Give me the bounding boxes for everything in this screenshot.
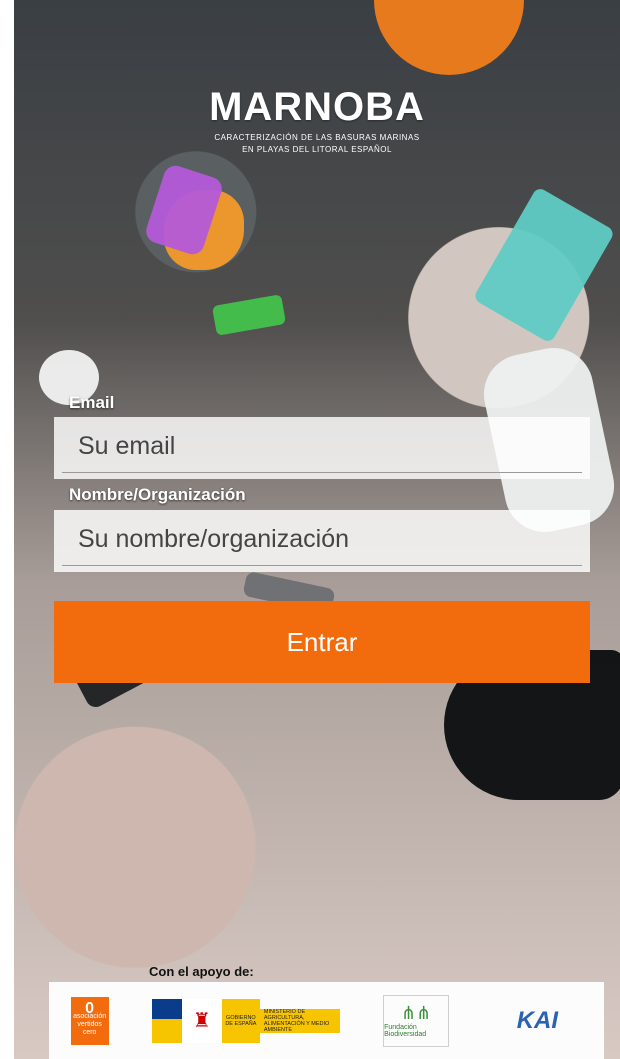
fundacion-text: Fundación Biodiversidad [384, 1024, 427, 1038]
background-debris [374, 0, 524, 75]
background-debris [211, 294, 287, 336]
vertidos-cero-logo: 0 asociación vertidos cero [70, 996, 109, 1045]
field-underline [62, 565, 582, 566]
name-field[interactable] [76, 510, 594, 568]
app-subtitle: CARACTERIZACIÓN DE LAS BASURAS MARINAS E… [14, 132, 620, 156]
coat-of-arms-icon: ♜ [181, 998, 222, 1043]
email-label: Email [69, 393, 115, 412]
gobierno-logo: ♜ GOBIERNO DE ESPAÑA MINISTERIO DE AGRIC… [151, 998, 340, 1043]
login-screen: MARNOBA CARACTERIZACIÓN DE LAS BASURAS M… [14, 0, 620, 1059]
app-subtitle-line1: CARACTERIZACIÓN DE LAS BASURAS MARINAS [214, 133, 420, 142]
support-label: Con el apoyo de: [149, 964, 254, 979]
grass-icon: ⋔⋔ [401, 1003, 432, 1023]
email-field[interactable] [76, 417, 594, 475]
vertidos-cero-text: asociación vertidos cero [73, 1012, 107, 1036]
app-title: MARNOBA [209, 85, 425, 129]
gobierno-text: GOBIERNO DE ESPAÑA [221, 998, 260, 1043]
app-logo: MARNOBA CARACTERIZACIÓN DE LAS BASURAS M… [14, 85, 620, 156]
name-field-container [54, 510, 594, 572]
background-debris [472, 186, 616, 344]
field-underline [62, 472, 582, 473]
email-field-container [54, 417, 594, 479]
spain-flag-icon [151, 998, 182, 1043]
fundacion-biodiversidad-logo: ⋔⋔ Fundación Biodiversidad [383, 994, 450, 1047]
kai-logo: KAI [516, 1006, 559, 1034]
name-label: Nombre/Organización [69, 485, 246, 504]
app-subtitle-line2: EN PLAYAS DEL LITORAL ESPAÑOL [242, 145, 392, 154]
sponsor-logos: 0 asociación vertidos cero ♜ GOBIERNO DE… [49, 982, 604, 1059]
ministerio-text: MINISTERIO DE AGRICULTURA, ALIMENTACIÓN … [259, 1008, 340, 1033]
vertidos-cero-number: 0 [85, 999, 95, 1017]
enter-button[interactable]: Entrar [54, 601, 590, 683]
